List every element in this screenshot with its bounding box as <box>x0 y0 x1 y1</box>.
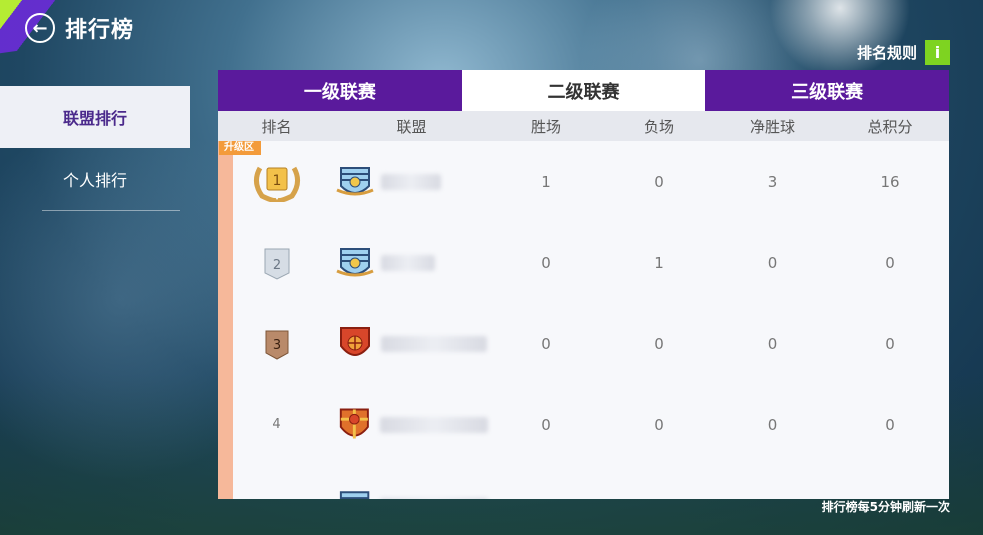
header-league: 联盟 <box>396 117 427 136</box>
team-cell <box>335 162 488 202</box>
rank-cell: 2 <box>218 245 335 281</box>
wins-cell: 0 <box>541 334 551 353</box>
rank-cell: 4 <box>272 417 281 432</box>
table-body: 升级区 1 1 0 3 16 2 0 1 0 0 3 0 0 0 0 4 0 0… <box>218 141 949 499</box>
team-name-blurred <box>381 254 435 271</box>
promotion-zone-bar <box>218 141 233 499</box>
table-row[interactable]: 1 1 0 3 16 <box>218 141 949 222</box>
team-cell <box>335 405 488 445</box>
back-arrow-icon[interactable]: ← <box>25 13 55 43</box>
tab-tier-2[interactable]: 二级联赛 <box>461 70 706 111</box>
team-name-blurred <box>381 173 441 190</box>
team-name-blurred <box>379 416 488 433</box>
points-cell: 0 <box>885 334 895 353</box>
header-points: 总积分 <box>867 117 913 136</box>
bronze-pennant-badge-icon: 3 <box>265 330 288 360</box>
points-cell: 16 <box>880 172 900 191</box>
svg-text:2: 2 <box>272 258 280 273</box>
sidebar-item-league-ranking[interactable]: 联盟排行 <box>0 86 190 148</box>
ranking-rules[interactable]: 排名规则 i <box>857 40 950 65</box>
rank-cell: 1 <box>218 162 335 202</box>
header-losses: 负场 <box>643 117 674 136</box>
sidebar: 联盟排行 个人排行 <box>0 86 190 211</box>
table-row[interactable]: 4 0 0 0 0 <box>218 384 949 465</box>
page-title: 排行榜 <box>65 18 135 43</box>
points-cell: 0 <box>885 415 895 434</box>
sidebar-divider <box>42 210 180 211</box>
header-rank: 排名 <box>261 117 292 136</box>
gold-laurel-badge-icon: 1 <box>253 166 300 202</box>
table-row[interactable]: 2 0 1 0 0 <box>218 222 949 303</box>
team-name-blurred <box>381 335 487 352</box>
sidebar-item-label: 个人排行 <box>62 171 127 190</box>
promotion-zone-tag: 升级区 <box>219 141 261 155</box>
team-cell <box>335 243 488 283</box>
rank-cell: 3 <box>218 327 335 361</box>
league-crest-icon <box>336 247 374 276</box>
sidebar-item-label: 联盟排行 <box>62 109 127 128</box>
losses-cell: 1 <box>654 253 664 272</box>
points-cell: 0 <box>885 253 895 272</box>
page-header: ← 排行榜 <box>25 12 134 44</box>
ranking-panel: 一级联赛 二级联赛 三级联赛 排名 联盟 胜场 负场 净胜球 总积分 升级区 1 <box>218 70 949 499</box>
table-header: 排名 联盟 胜场 负场 净胜球 总积分 <box>218 111 949 141</box>
losses-cell: 0 <box>654 172 664 191</box>
tab-tier-1[interactable]: 一级联赛 <box>218 70 462 111</box>
goal-diff-cell: 0 <box>767 253 778 272</box>
wins-cell: 1 <box>541 172 551 191</box>
svg-text:1: 1 <box>272 173 281 189</box>
tab-tier-3[interactable]: 三级联赛 <box>705 70 949 111</box>
sidebar-item-personal-ranking[interactable]: 个人排行 <box>0 148 190 210</box>
goal-diff-cell: 3 <box>767 172 778 191</box>
info-icon[interactable]: i <box>925 40 950 65</box>
header-wins: 胜场 <box>530 117 561 136</box>
silver-pennant-badge-icon: 2 <box>264 248 289 280</box>
header-goal-diff: 净胜球 <box>749 117 795 136</box>
losses-cell: 0 <box>654 415 664 434</box>
league-crest-icon <box>336 166 374 195</box>
svg-text:3: 3 <box>272 338 280 353</box>
league-tabs: 一级联赛 二级联赛 三级联赛 <box>218 70 949 111</box>
team-cell <box>335 486 488 499</box>
wins-cell: 0 <box>541 253 551 272</box>
team-name-blurred <box>380 497 488 499</box>
league-crest-icon <box>340 326 370 356</box>
goal-diff-cell: 0 <box>767 334 778 353</box>
ranking-rules-label[interactable]: 排名规则 <box>857 42 917 63</box>
league-crest-icon <box>339 408 369 439</box>
goal-diff-cell: 0 <box>767 415 778 434</box>
wins-cell: 0 <box>541 415 551 434</box>
table-row[interactable] <box>218 465 949 499</box>
table-row[interactable]: 3 0 0 0 0 <box>218 303 949 384</box>
refresh-note: 排行榜每5分钟刷新一次 <box>821 500 950 514</box>
league-crest-icon <box>339 490 370 499</box>
losses-cell: 0 <box>654 334 664 353</box>
team-cell <box>335 324 488 364</box>
